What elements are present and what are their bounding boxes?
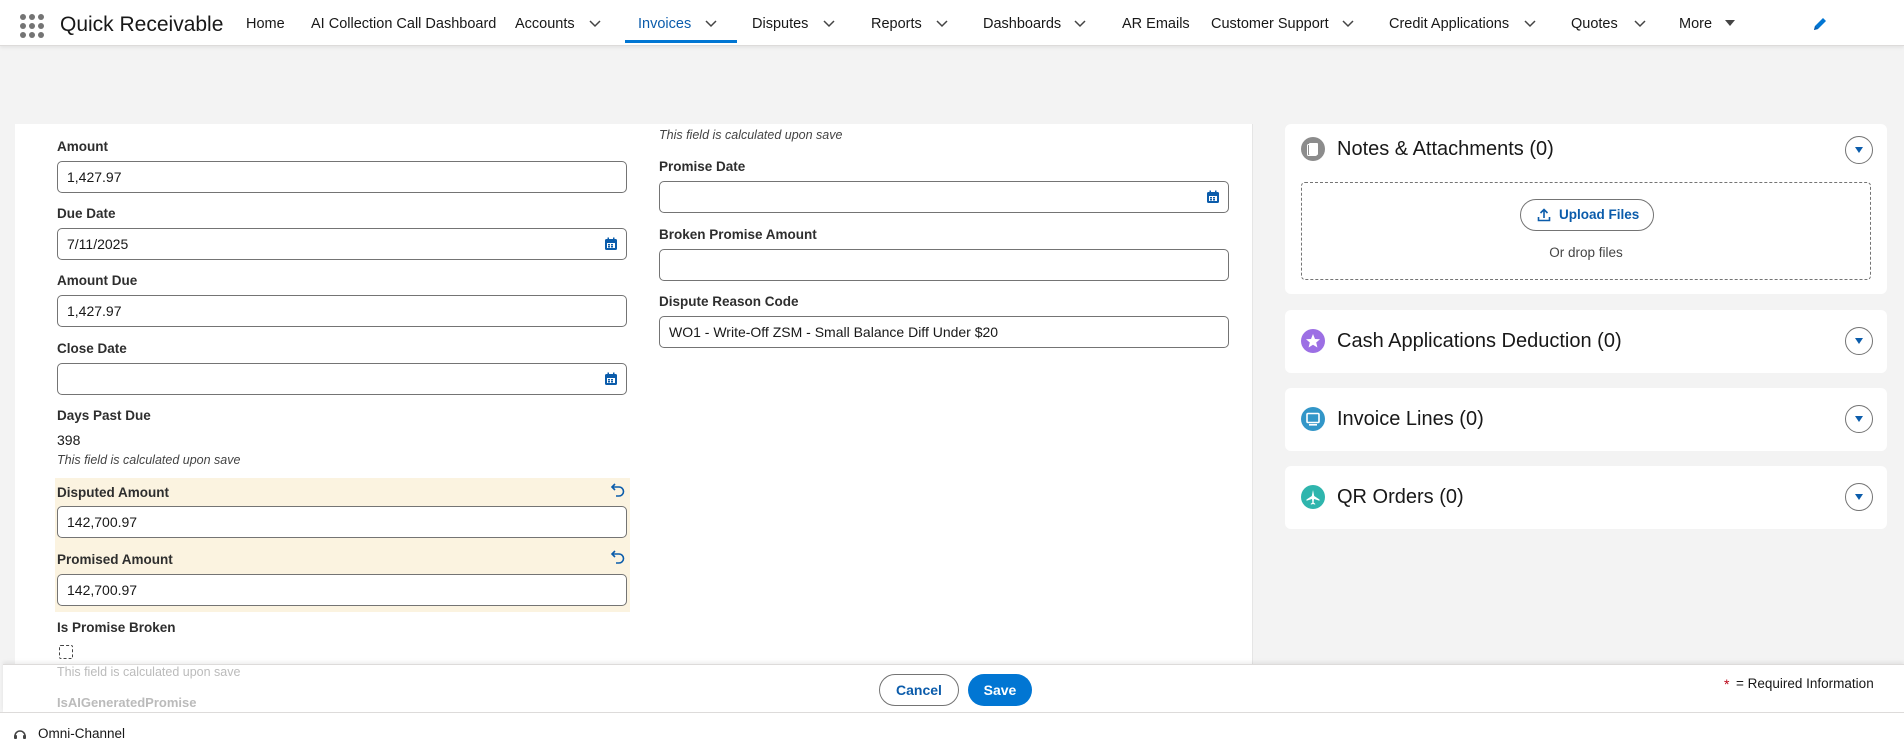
monitor-icon [1301,407,1325,431]
chevron-down-icon[interactable] [822,16,838,30]
is-promise-broken-checkbox[interactable] [59,645,73,659]
file-drop-zone[interactable]: Upload Files Or drop files [1301,182,1871,280]
days-past-due-label: Days Past Due [57,408,151,423]
cancel-button[interactable]: Cancel [879,674,959,706]
drop-files-text: Or drop files [1549,245,1623,260]
invoice-lines-title[interactable]: Invoice Lines (0) [1337,408,1484,431]
global-navigation: Quick Receivable Home AI Collection Call… [0,0,1904,46]
app-launcher-icon[interactable] [20,14,44,38]
qr-orders-menu-button[interactable] [1845,483,1873,511]
invoice-lines-card: Invoice Lines (0) [1285,388,1887,451]
calculated-hint: This field is calculated upon save [659,128,843,142]
promised-amount-label: Promised Amount [57,552,173,567]
broken-promise-amount-label: Broken Promise Amount [659,227,817,242]
qr-orders-title[interactable]: QR Orders (0) [1337,486,1464,509]
active-tab-indicator [625,40,737,43]
nav-item-invoices[interactable]: Invoices [638,16,691,32]
required-marker: * [1724,676,1730,692]
calendar-icon[interactable] [604,237,618,251]
amount-input[interactable]: 1,427.97 [57,161,627,193]
is-ai-generated-promise-label: IsAIGeneratedPromise [57,695,197,710]
notes-attachments-card: Notes & Attachments (0) Upload Files Or … [1285,124,1887,294]
nav-item-dashboards[interactable]: Dashboards [983,16,1061,32]
close-date-label: Close Date [57,341,127,356]
app-name: Quick Receivable [60,13,224,36]
dispute-reason-code-label: Dispute Reason Code [659,294,799,309]
caret-down-icon[interactable] [1723,16,1739,30]
days-past-due-value: 398 [57,432,81,448]
upload-files-label: Upload Files [1559,207,1640,222]
due-date-label: Due Date [57,206,116,221]
star-icon [1301,329,1325,353]
chevron-down-icon[interactable] [588,16,604,30]
nav-item-ai-collection-call-dashboard[interactable]: AI Collection Call Dashboard [311,16,496,32]
upload-icon [1537,208,1551,222]
calculated-hint-faded: This field is calculated upon save [57,665,241,679]
notes-card-menu-button[interactable] [1845,136,1873,164]
disputed-amount-label: Disputed Amount [57,485,169,500]
due-date-input[interactable]: 7/11/2025 [57,228,627,260]
disputed-amount-input[interactable]: 142,700.97 [57,506,627,538]
plane-icon [1301,485,1325,509]
chevron-down-icon[interactable] [1523,16,1539,30]
promise-date-label: Promise Date [659,159,746,174]
dispute-reason-code-input[interactable]: WO1 - Write-Off ZSM - Small Balance Diff… [659,316,1229,348]
form-action-bar: This field is calculated upon save IsAIG… [3,664,1904,712]
amount-due-input[interactable]: 1,427.97 [57,295,627,327]
nav-item-more[interactable]: More [1679,16,1712,32]
broken-promise-amount-input[interactable] [659,249,1229,281]
required-info-text: = Required Information [1736,676,1874,691]
invoice-lines-menu-button[interactable] [1845,405,1873,433]
upload-files-button[interactable]: Upload Files [1520,199,1654,231]
is-promise-broken-label: Is Promise Broken [57,620,176,635]
record-edit-form: Amount 1,427.97 Due Date 7/11/2025 Amoun… [15,124,1253,664]
cash-applications-menu-button[interactable] [1845,327,1873,355]
notes-icon [1301,137,1325,161]
nav-item-credit-applications[interactable]: Credit Applications [1389,16,1509,32]
headset-icon[interactable] [12,726,28,742]
pencil-icon[interactable] [1812,16,1828,32]
nav-item-home[interactable]: Home [246,16,285,32]
amount-due-label: Amount Due [57,273,138,288]
undo-icon[interactable] [610,481,626,497]
cash-applications-card: Cash Applications Deduction (0) [1285,310,1887,373]
utility-bar: Omni-Channel [0,712,1904,753]
panel-gutter [1253,124,1269,664]
calendar-icon[interactable] [604,372,618,386]
nav-item-customer-support[interactable]: Customer Support [1211,16,1329,32]
promise-date-input[interactable] [659,181,1229,213]
chevron-down-icon[interactable] [1633,16,1649,30]
close-date-input[interactable] [57,363,627,395]
nav-item-reports[interactable]: Reports [871,16,922,32]
save-button[interactable]: Save [968,674,1032,706]
calendar-icon[interactable] [1206,190,1220,204]
amount-label: Amount [57,139,108,154]
chevron-down-icon[interactable] [704,16,720,30]
qr-orders-card: QR Orders (0) [1285,466,1887,529]
undo-icon[interactable] [610,548,626,564]
cash-applications-title[interactable]: Cash Applications Deduction (0) [1337,330,1622,353]
notes-attachments-title[interactable]: Notes & Attachments (0) [1337,138,1554,161]
calculated-hint: This field is calculated upon save [57,453,241,467]
nav-item-accounts[interactable]: Accounts [515,16,575,32]
chevron-down-icon[interactable] [1073,16,1089,30]
nav-item-disputes[interactable]: Disputes [752,16,808,32]
promised-amount-input[interactable]: 142,700.97 [57,574,627,606]
chevron-down-icon[interactable] [1341,16,1357,30]
nav-item-ar-emails[interactable]: AR Emails [1122,16,1190,32]
omni-channel-label[interactable]: Omni-Channel [38,726,125,741]
nav-item-quotes[interactable]: Quotes [1571,16,1618,32]
chevron-down-icon[interactable] [935,16,951,30]
